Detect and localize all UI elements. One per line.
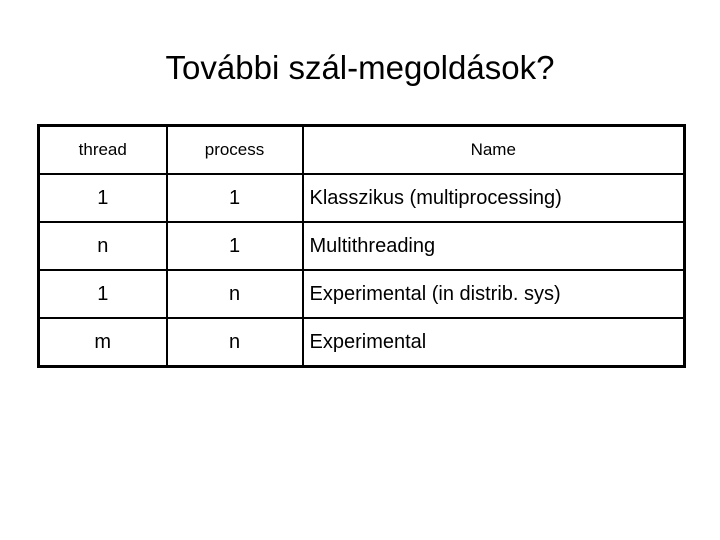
column-header-name: Name	[301, 124, 686, 175]
cell-process: 1	[165, 173, 304, 223]
thread-process-table: thread process Name 1 1 Klasszikus (mult…	[37, 124, 686, 368]
cell-name: Experimental	[301, 317, 686, 368]
table-header-row: thread process Name	[37, 124, 686, 175]
thread-process-table-container: thread process Name 1 1 Klasszikus (mult…	[37, 124, 686, 368]
column-header-process: process	[165, 124, 304, 175]
cell-process: n	[165, 269, 304, 319]
cell-name: Multithreading	[301, 221, 686, 271]
table-row: 1 1 Klasszikus (multiprocessing)	[37, 173, 686, 223]
table-row: 1 n Experimental (in distrib. sys)	[37, 269, 686, 319]
cell-process: 1	[165, 221, 304, 271]
table-row: m n Experimental	[37, 317, 686, 368]
cell-thread: 1	[37, 269, 168, 319]
cell-thread: m	[37, 317, 168, 368]
column-header-thread: thread	[37, 124, 168, 175]
cell-name: Klasszikus (multiprocessing)	[301, 173, 686, 223]
table-row: n 1 Multithreading	[37, 221, 686, 271]
cell-thread: 1	[37, 173, 168, 223]
cell-thread: n	[37, 221, 168, 271]
cell-name: Experimental (in distrib. sys)	[301, 269, 686, 319]
slide-canvas: További szál-megoldások? thread process …	[0, 0, 720, 540]
page-title: További szál-megoldások?	[165, 49, 555, 86]
cell-process: n	[165, 317, 304, 368]
